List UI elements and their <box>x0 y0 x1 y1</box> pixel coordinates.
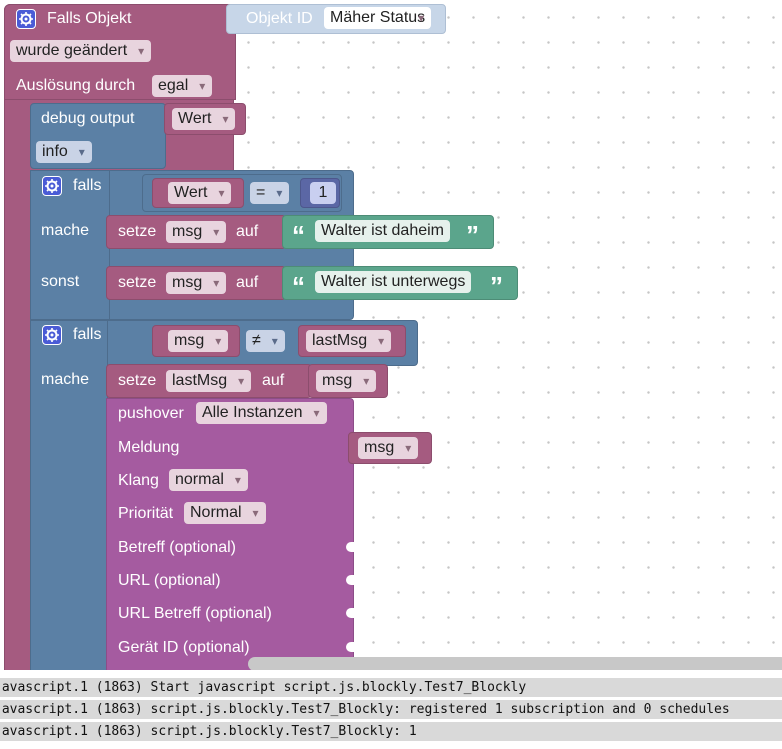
object-id-field[interactable]: Mäher Status <box>324 7 432 29</box>
set-label: setze <box>118 274 157 291</box>
message-var-dropdown[interactable]: msg <box>358 437 419 459</box>
compare-operator-dropdown[interactable]: = <box>250 182 290 204</box>
pushover-label: pushover <box>118 405 184 422</box>
else-label: sonst <box>41 273 80 290</box>
compare-operator-dropdown[interactable]: ≠ <box>246 330 285 352</box>
gear-icon[interactable] <box>42 325 62 345</box>
to-label: auf <box>236 274 259 291</box>
set-label: setze <box>118 372 157 389</box>
log-console: javascript.1 (1863) Start javascript scr… <box>0 676 782 749</box>
trigger-by-dropdown[interactable]: egal <box>152 75 213 97</box>
blockly-workspace[interactable]: Falls Objekt Objekt ID Mäher Status wurd… <box>0 0 782 670</box>
close-quote-icon: ” <box>466 220 479 250</box>
open-quote-icon: “ <box>292 220 305 250</box>
set-var-dropdown[interactable]: lastMsg <box>166 370 252 392</box>
pushover-instance-dropdown[interactable]: Alle Instanzen <box>196 402 327 424</box>
gear-icon[interactable] <box>16 9 36 29</box>
sound-dropdown[interactable]: normal <box>169 469 248 491</box>
subject-label: Betreff (optional) <box>118 539 236 556</box>
sound-label: Klang <box>118 472 159 489</box>
horizontal-scrollbar[interactable] <box>248 657 782 670</box>
device-label: Gerät ID (optional) <box>118 639 250 656</box>
url-input-socket[interactable] <box>346 575 354 585</box>
compare-right-dropdown[interactable]: lastMsg <box>306 330 392 352</box>
set-var-dropdown[interactable]: msg <box>166 221 227 243</box>
url-label: URL (optional) <box>118 572 221 589</box>
compare-left-dropdown[interactable]: msg <box>168 330 229 352</box>
subject-input-socket[interactable] <box>346 542 354 552</box>
gear-icon[interactable] <box>42 176 62 196</box>
if-label: falls <box>73 326 102 343</box>
priority-dropdown[interactable]: Normal <box>184 502 266 524</box>
debug-level-dropdown[interactable]: info <box>36 141 92 163</box>
url-subject-input-socket[interactable] <box>346 608 354 618</box>
log-line: javascript.1 (1863) Start javascript scr… <box>0 678 782 697</box>
debug-label: debug output <box>41 110 135 127</box>
log-line: javascript.1 (1863) script.js.blockly.Te… <box>0 700 782 719</box>
open-quote-icon: “ <box>292 271 305 301</box>
to-label: auf <box>262 372 285 389</box>
device-input-socket[interactable] <box>346 642 354 652</box>
trigger-title: Falls Objekt <box>47 10 132 27</box>
do-label: mache <box>41 371 90 388</box>
text-field-1[interactable]: Walter ist daheim <box>315 220 450 242</box>
do-label: mache <box>41 222 90 239</box>
priority-label: Priorität <box>118 505 174 522</box>
log-line: javascript.1 (1863) script.js.blockly.Te… <box>0 722 782 741</box>
compare-left-dropdown[interactable]: Wert <box>168 182 232 204</box>
if-label: falls <box>73 177 102 194</box>
message-label: Meldung <box>118 439 180 456</box>
trigger-by-label: Auslösung durch <box>16 77 136 94</box>
close-quote-icon: ” <box>490 271 503 301</box>
to-label: auf <box>236 223 259 240</box>
compare-right-number[interactable]: 1 <box>310 182 336 204</box>
debug-value-dropdown[interactable]: Wert <box>172 108 236 130</box>
object-id-label: Objekt ID <box>246 10 313 27</box>
change-mode-dropdown[interactable]: wurde geändert <box>10 40 152 62</box>
url-subject-label: URL Betreff (optional) <box>118 605 272 622</box>
set-label: setze <box>118 223 157 240</box>
set-var-dropdown[interactable]: msg <box>166 272 227 294</box>
text-field-2[interactable]: Walter ist unterwegs <box>315 271 472 293</box>
set-value-dropdown[interactable]: msg <box>316 370 377 392</box>
